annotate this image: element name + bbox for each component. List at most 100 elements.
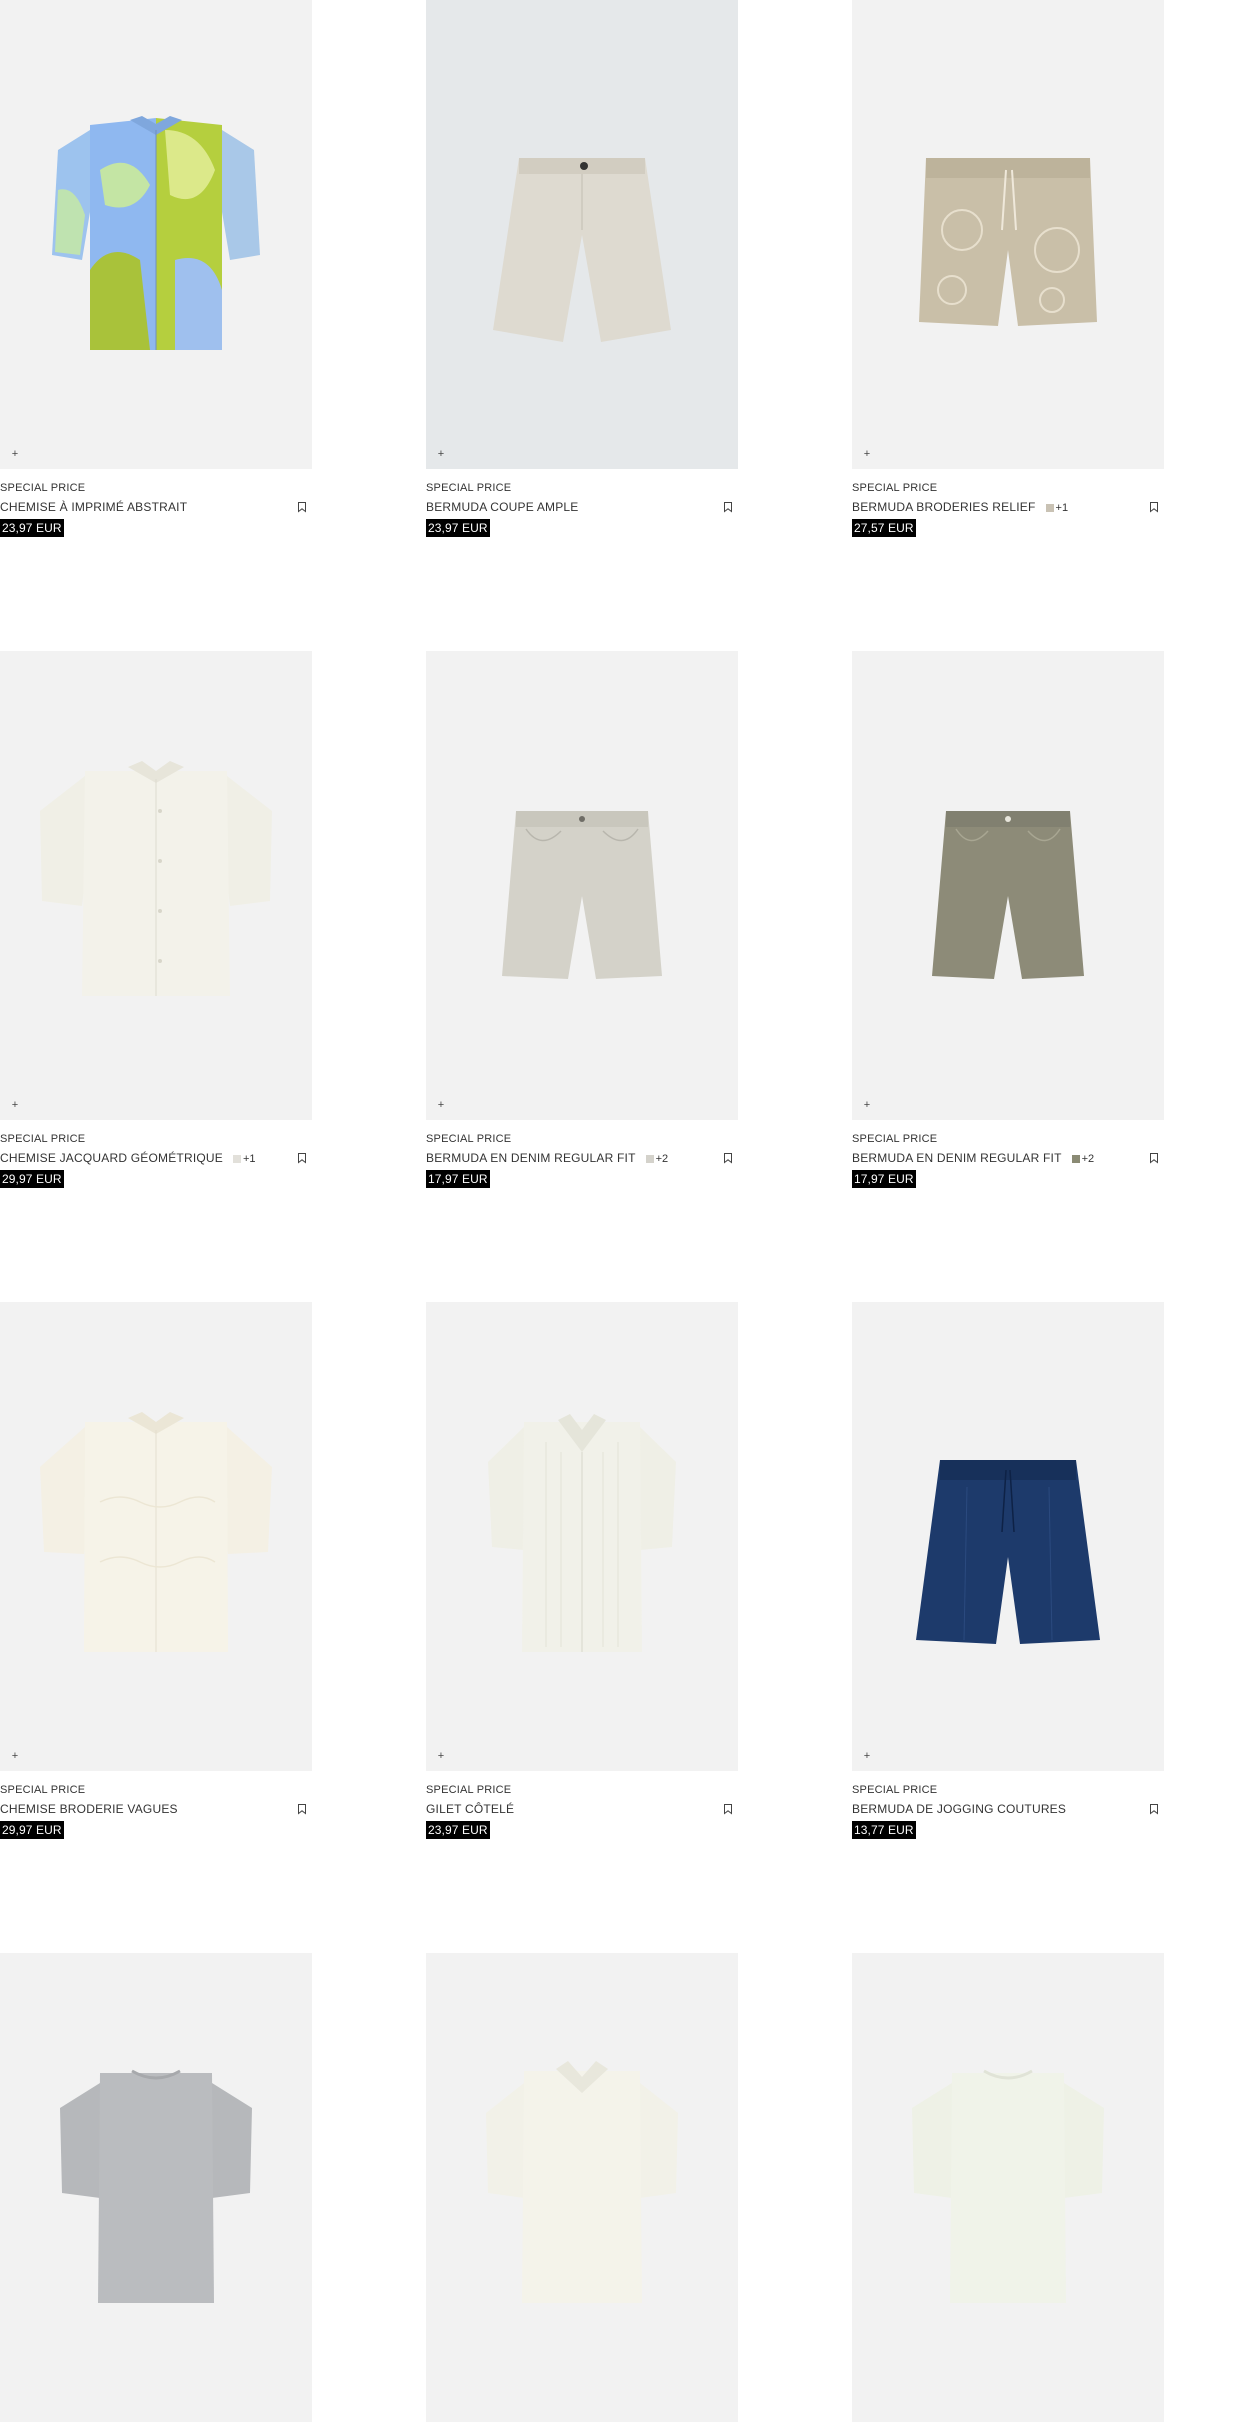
product-name[interactable]: GILET CÔTELÉ [426,1803,514,1816]
add-icon[interactable]: + [435,1750,447,1762]
product-image[interactable] [0,1953,312,2422]
product-card[interactable] [426,1953,738,2422]
product-card[interactable]: + SPECIAL PRICE BERMUDA EN DENIM REGULAR… [426,651,738,1190]
product-info: SPECIAL PRICE CHEMISE À IMPRIMÉ ABSTRAIT… [0,469,312,539]
bookmark-icon[interactable] [722,1803,734,1815]
product-image[interactable]: + [852,0,1164,469]
bookmark-icon[interactable] [722,501,734,513]
more-colors-count[interactable]: +2 [656,1153,669,1165]
product-price: 23,97 EUR [0,519,64,537]
add-icon[interactable]: + [9,1750,21,1762]
product-name-row: CHEMISE À IMPRIMÉ ABSTRAIT [0,501,312,514]
add-icon[interactable]: + [435,448,447,460]
embroidered-bermuda-image [919,158,1097,326]
product-name[interactable]: BERMUDA BRODERIES RELIEF [852,501,1036,514]
product-name[interactable]: BERMUDA EN DENIM REGULAR FIT [852,1152,1062,1165]
more-colors-count[interactable]: +1 [243,1153,256,1165]
add-icon[interactable]: + [9,1099,21,1111]
promo-label: SPECIAL PRICE [0,1133,86,1145]
product-grid: + SPECIAL PRICE CHEMISE À IMPRIMÉ ABSTRA… [0,0,1250,2422]
product-info: SPECIAL PRICE CHEMISE JACQUARD GÉOMÉTRIQ… [0,1120,312,1190]
wide-bermuda-image [493,158,671,342]
promo-label: SPECIAL PRICE [852,482,938,494]
color-swatch[interactable] [1045,503,1054,512]
product-image[interactable]: + [0,0,312,469]
product-name[interactable]: CHEMISE JACQUARD GÉOMÉTRIQUE [0,1152,223,1165]
color-swatch[interactable] [1071,1154,1080,1163]
product-name-row: BERMUDA EN DENIM REGULAR FIT +2 [426,1152,738,1165]
product-card[interactable] [852,1953,1164,2422]
product-name-row: BERMUDA DE JOGGING COUTURES [852,1803,1164,1816]
product-info: SPECIAL PRICE BERMUDA COUPE AMPLE 23,97 … [426,469,738,539]
add-icon[interactable]: + [861,1750,873,1762]
product-card[interactable]: + SPECIAL PRICE BERMUDA COUPE AMPLE 23,9… [426,0,738,539]
promo-label: SPECIAL PRICE [0,1784,86,1796]
cream-shirt-image [486,2061,678,2303]
product-info: SPECIAL PRICE BERMUDA DE JOGGING COUTURE… [852,1771,1164,1841]
product-card[interactable]: + SPECIAL PRICE BERMUDA EN DENIM REGULAR… [852,651,1164,1190]
wave-embroidery-shirt-image [40,1412,272,1652]
bookmark-icon[interactable] [1148,1803,1160,1815]
promo-label: SPECIAL PRICE [426,1784,512,1796]
jogging-bermuda-image [916,1460,1100,1644]
bookmark-icon[interactable] [1148,501,1160,513]
bookmark-icon[interactable] [722,1152,734,1164]
color-swatch[interactable] [645,1154,654,1163]
product-price: 17,97 EUR [852,1170,916,1188]
product-image[interactable]: + [852,651,1164,1120]
add-icon[interactable]: + [9,448,21,460]
product-name[interactable]: CHEMISE À IMPRIMÉ ABSTRAIT [0,501,187,514]
add-icon[interactable]: + [861,448,873,460]
product-name-row: BERMUDA EN DENIM REGULAR FIT +2 [852,1152,1164,1165]
product-name-row: CHEMISE JACQUARD GÉOMÉTRIQUE +1 [0,1152,312,1165]
product-image[interactable]: + [426,1302,738,1771]
ribbed-cardigan-image [488,1414,676,1652]
product-info: SPECIAL PRICE BERMUDA EN DENIM REGULAR F… [852,1120,1164,1190]
promo-label: SPECIAL PRICE [852,1784,938,1796]
product-name-row: BERMUDA BRODERIES RELIEF +1 [852,501,1164,514]
product-name[interactable]: CHEMISE BRODERIE VAGUES [0,1803,178,1816]
product-card[interactable]: + SPECIAL PRICE CHEMISE À IMPRIMÉ ABSTRA… [0,0,312,539]
product-info: SPECIAL PRICE BERMUDA BRODERIES RELIEF +… [852,469,1164,539]
product-card[interactable]: + SPECIAL PRICE CHEMISE JACQUARD GÉOMÉTR… [0,651,312,1190]
promo-label: SPECIAL PRICE [426,482,512,494]
promo-label: SPECIAL PRICE [852,1133,938,1145]
product-card[interactable]: + SPECIAL PRICE CHEMISE BRODERIE VAGUES … [0,1302,312,1841]
bookmark-icon[interactable] [296,501,308,513]
add-icon[interactable]: + [435,1099,447,1111]
bookmark-icon[interactable] [1148,1152,1160,1164]
geometric-jacquard-shirt-image [40,761,272,996]
product-card[interactable]: + SPECIAL PRICE BERMUDA BRODERIES RELIEF… [852,0,1164,539]
product-image[interactable] [426,1953,738,2422]
promo-label: SPECIAL PRICE [0,482,86,494]
product-name-row: CHEMISE BRODERIE VAGUES [0,1803,312,1816]
product-card[interactable]: + SPECIAL PRICE GILET CÔTELÉ 23,97 EUR [426,1302,738,1841]
promo-label: SPECIAL PRICE [426,1133,512,1145]
product-name[interactable]: BERMUDA DE JOGGING COUTURES [852,1803,1066,1816]
bookmark-icon[interactable] [296,1803,308,1815]
product-card[interactable] [0,1953,312,2422]
product-image[interactable] [852,1953,1164,2422]
product-image[interactable]: + [0,651,312,1120]
product-info: SPECIAL PRICE BERMUDA EN DENIM REGULAR F… [426,1120,738,1190]
product-image[interactable]: + [426,0,738,469]
bookmark-icon[interactable] [296,1152,308,1164]
product-card[interactable]: + SPECIAL PRICE BERMUDA DE JOGGING COUTU… [852,1302,1164,1841]
product-price: 27,57 EUR [852,519,916,537]
product-image[interactable]: + [426,651,738,1120]
color-swatch[interactable] [232,1154,241,1163]
product-image[interactable]: + [852,1302,1164,1771]
product-name-row: GILET CÔTELÉ [426,1803,738,1816]
product-price: 17,97 EUR [426,1170,490,1188]
product-info: SPECIAL PRICE CHEMISE BRODERIE VAGUES 29… [0,1771,312,1841]
product-name[interactable]: BERMUDA COUPE AMPLE [426,501,579,514]
more-colors-count[interactable]: +2 [1082,1153,1095,1165]
product-price: 13,77 EUR [852,1821,916,1839]
more-colors-count[interactable]: +1 [1056,502,1069,514]
product-name[interactable]: BERMUDA EN DENIM REGULAR FIT [426,1152,636,1165]
khaki-denim-bermuda-image [932,811,1084,979]
product-price: 29,97 EUR [0,1821,64,1839]
light-green-tshirt-image [912,2069,1104,2303]
add-icon[interactable]: + [861,1099,873,1111]
product-image[interactable]: + [0,1302,312,1771]
